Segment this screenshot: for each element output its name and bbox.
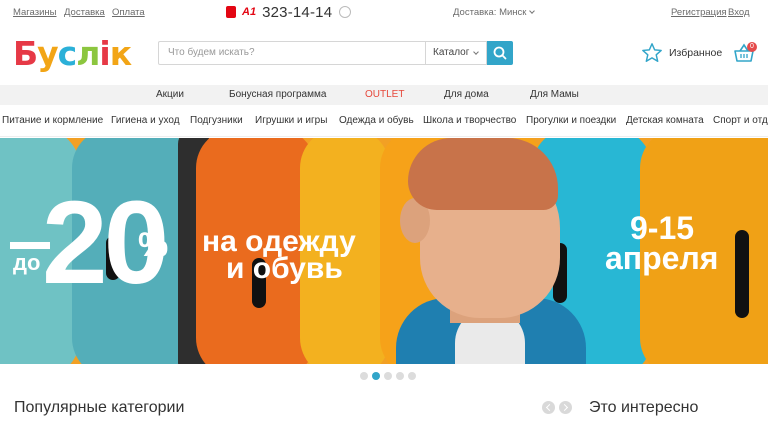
nav-for-home[interactable]: Для дома xyxy=(444,89,489,100)
chevron-down-icon xyxy=(529,8,536,14)
logo-letter: і xyxy=(99,34,110,73)
category-walks[interactable]: Прогулки и поездки xyxy=(526,115,616,126)
logo-letter: у xyxy=(37,34,58,73)
cart-count-badge: 0 xyxy=(747,42,757,52)
carousel-dot[interactable] xyxy=(408,372,416,380)
phone-operator: A1 xyxy=(242,6,257,18)
interesting-title: Это интересно xyxy=(589,399,699,416)
nav-promotions[interactable]: Акции xyxy=(156,89,184,100)
delivery-city: Минск xyxy=(499,7,527,18)
stores-link[interactable]: Магазины xyxy=(13,7,56,18)
carousel-next-button[interactable] xyxy=(559,401,572,414)
promo-nav: Акции Бонусная программа OUTLET Для дома… xyxy=(0,85,768,105)
child-photo xyxy=(360,138,605,364)
percent-sign: % xyxy=(138,226,169,264)
logo-letter: с xyxy=(57,34,78,73)
logo-letter: Б xyxy=(13,34,38,73)
delivery-city-selector[interactable]: Доставка: Минск xyxy=(453,7,536,18)
a1-logo-icon xyxy=(226,6,236,18)
carousel-dot[interactable] xyxy=(384,372,392,380)
nav-outlet[interactable]: OUTLET xyxy=(365,89,404,100)
login-link[interactable]: Вход xyxy=(728,7,750,18)
category-clothes[interactable]: Одежда и обувь xyxy=(339,115,414,126)
search-input[interactable]: Что будем искать? xyxy=(158,41,426,65)
star-icon xyxy=(642,43,662,62)
logo-letter: л xyxy=(76,34,100,73)
delivery-link[interactable]: Доставка xyxy=(64,7,105,18)
board-decoration xyxy=(735,230,749,318)
category-hygiene[interactable]: Гигиена и уход xyxy=(111,115,180,126)
banner-month: апреля xyxy=(605,240,719,276)
banner-line-2: и обувь xyxy=(226,252,343,285)
carousel-dot[interactable] xyxy=(396,372,404,380)
promo-banner[interactable]: до 20 % на одежду и обувь 9-15 апреля xyxy=(0,138,768,364)
category-school[interactable]: Школа и творчество xyxy=(423,115,516,126)
register-link[interactable]: Регистрация xyxy=(671,7,727,18)
popular-categories-title: Популярные категории xyxy=(14,399,185,416)
phone-block: A1 323-14-14 xyxy=(226,3,352,21)
carousel-prev-button[interactable] xyxy=(542,401,555,414)
discount-prefix: до xyxy=(13,250,41,275)
search-button[interactable] xyxy=(487,41,513,65)
payment-link[interactable]: Оплата xyxy=(112,7,145,18)
category-sport[interactable]: Спорт и отдых xyxy=(713,115,768,126)
category-nav: Питание и кормление Гигиена и уход Подгу… xyxy=(0,105,768,137)
nav-bonus-program[interactable]: Бонусная программа xyxy=(229,89,326,100)
chevron-down-icon xyxy=(473,49,479,55)
cart-button[interactable]: 0 xyxy=(733,42,757,64)
top-bar: Магазины Доставка Оплата A1 323-14-14 До… xyxy=(0,0,768,24)
callback-icon[interactable] xyxy=(339,6,352,18)
site-logo[interactable]: Буслік xyxy=(13,34,132,74)
carousel-dots xyxy=(360,372,420,380)
catalog-label: Каталог xyxy=(433,47,470,58)
category-feeding[interactable]: Питание и кормление xyxy=(2,115,103,126)
delivery-label: Доставка: xyxy=(453,7,497,18)
category-toys[interactable]: Игрушки и игры xyxy=(255,115,327,126)
logo-letter: к xyxy=(109,34,132,73)
favorites-label: Избранное xyxy=(669,47,723,59)
phone-number[interactable]: 323-14-14 xyxy=(262,4,332,21)
favorites-link[interactable]: Избранное xyxy=(641,42,722,64)
carousel-dot[interactable] xyxy=(372,372,380,380)
catalog-select[interactable]: Каталог xyxy=(426,41,487,65)
category-diapers[interactable]: Подгузники xyxy=(190,115,243,126)
search-icon xyxy=(493,46,507,60)
carousel-dot[interactable] xyxy=(360,372,368,380)
category-kids-room[interactable]: Детская комната xyxy=(626,115,704,126)
nav-for-moms[interactable]: Для Мамы xyxy=(530,89,579,100)
